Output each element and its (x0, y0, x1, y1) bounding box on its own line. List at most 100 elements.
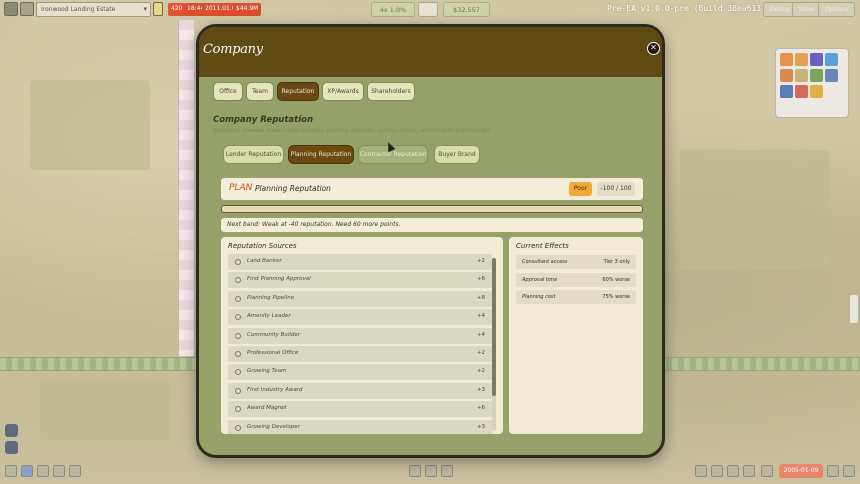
buyer-icon[interactable] (743, 465, 755, 477)
map-marker (850, 295, 858, 323)
tab-office[interactable]: Office (213, 82, 243, 101)
options-button[interactable]: Options (818, 2, 856, 17)
tool-house-icon[interactable] (780, 69, 793, 82)
bullet-icon (235, 424, 241, 431)
sources-list[interactable]: Land Banker +2 First Planning Approval +6 Pl… (228, 254, 492, 434)
subtab-lender-reputation[interactable]: Lender Reputation (223, 145, 284, 164)
tool-build-icon[interactable] (795, 53, 808, 66)
bullet-icon (235, 259, 241, 265)
project-select-value: Ironwood Landing Estate (41, 6, 116, 13)
sources-title: Reputation Sources (228, 242, 297, 250)
effect-value: 75% worse (602, 294, 630, 300)
list-item[interactable]: First Industry Award +3 (228, 382, 492, 399)
stat-cash: $44.9M (233, 3, 262, 16)
bullet-icon (235, 314, 241, 321)
map-icon[interactable] (21, 465, 33, 477)
grass-patch (680, 150, 830, 270)
tool-water-icon[interactable] (825, 53, 838, 66)
save-button[interactable]: Save (792, 2, 821, 17)
calendar-icon[interactable] (827, 465, 839, 477)
coin-icon (153, 2, 163, 16)
balance-button[interactable]: $32,557 (443, 2, 490, 17)
tab-xp-awards[interactable]: XP/Awards (322, 82, 364, 101)
tool-tree-icon[interactable] (810, 69, 823, 82)
subtab-buyer-brand[interactable]: Buyer Brand (434, 145, 480, 164)
effect-name: Consultant access (522, 259, 568, 265)
date-chip: 2005-01-09 (779, 464, 823, 478)
project-select[interactable]: Ironwood Landing Estate ▾ (36, 2, 151, 17)
center-tool-icon[interactable] (409, 465, 421, 477)
tab-shareholders[interactable]: Shareholders (367, 82, 415, 101)
toggle-icon[interactable] (418, 2, 438, 17)
settings-icon[interactable] (843, 465, 855, 477)
camera-icon[interactable] (441, 465, 453, 477)
bullet-icon (235, 277, 241, 284)
source-name: Award Magnet (247, 405, 287, 412)
staff-icon[interactable] (761, 465, 773, 477)
layers-icon[interactable] (425, 465, 437, 477)
list-item[interactable]: Land Banker +2 (228, 254, 492, 270)
close-icon[interactable]: ✕ (647, 42, 660, 55)
effects-list: Consultant access Tier 3 only Approval tim… (516, 255, 636, 308)
person-icon[interactable] (5, 424, 18, 437)
bullet-icon (235, 406, 241, 413)
effect-row: Approval time 60% worse (516, 272, 636, 287)
people-icon[interactable] (5, 441, 18, 454)
source-value: +2 (476, 349, 485, 356)
contractor-icon[interactable] (727, 465, 739, 477)
mail-icon[interactable] (69, 465, 81, 477)
tool-land-icon[interactable] (795, 69, 808, 82)
list-item[interactable]: Community Builder +4 (228, 327, 492, 344)
sources-scrollbar[interactable] (492, 258, 496, 431)
tool-help-icon[interactable] (810, 85, 823, 98)
source-value: +6 (476, 405, 485, 412)
stat-score: 420 (168, 3, 186, 16)
source-value: +2 (476, 258, 485, 264)
list-item[interactable]: Award Magnet +6 (228, 401, 492, 418)
tool-zone-icon[interactable] (810, 53, 823, 66)
construction-site-strip (178, 20, 194, 356)
tab-reputation[interactable]: Reputation (277, 82, 319, 101)
reputation-progress-bar (221, 205, 643, 213)
source-name: Community Builder (247, 331, 301, 338)
chart-icon[interactable] (53, 465, 65, 477)
source-name: Land Banker (247, 258, 282, 264)
effect-name: Planning cost (522, 294, 556, 300)
bullet-icon (235, 332, 241, 339)
scroll-thumb[interactable] (492, 258, 496, 396)
list-item[interactable]: Planning Pipeline +8 (228, 290, 492, 307)
source-name: First Planning Approval (247, 276, 311, 283)
list-item[interactable]: Growing Developer +3 (228, 419, 492, 434)
list-item[interactable]: Amenity Leader +4 (228, 309, 492, 326)
tab-team[interactable]: Team (246, 82, 274, 101)
version-label: Pre-EA v1.0.0-pre (Build 38ea613-01) (607, 4, 781, 13)
source-value: +6 (476, 276, 485, 283)
effect-name: Approval time (522, 276, 558, 283)
source-value: +3 (476, 423, 485, 430)
list-item[interactable]: Growing Team +2 (228, 364, 492, 381)
source-name: Growing Team (247, 368, 287, 375)
menu-icon[interactable] (4, 2, 18, 16)
source-value: +8 (476, 294, 485, 301)
reputation-card: PLAN Planning Reputation Poor -100 / 100 (221, 178, 643, 200)
source-value: +3 (476, 386, 485, 393)
truck-icon[interactable] (37, 465, 49, 477)
modal-header: Company ✕ (199, 27, 662, 77)
tool-grid-icon[interactable] (825, 69, 838, 82)
bullet-icon (235, 369, 241, 376)
home-icon[interactable] (5, 465, 17, 477)
tool-road-icon[interactable] (780, 53, 793, 66)
speed-button[interactable]: 4x 1.0% (371, 2, 415, 17)
tool-info-icon[interactable] (780, 85, 793, 98)
tool-demolish-icon[interactable] (795, 85, 808, 98)
list-item[interactable]: First Planning Approval +6 (228, 272, 492, 289)
crew-icon[interactable] (711, 465, 723, 477)
tool-palette (775, 48, 849, 118)
subtab-planning-reputation[interactable]: Planning Reputation (288, 145, 354, 164)
bullet-icon (235, 350, 241, 357)
worker-icon[interactable] (695, 465, 707, 477)
grid-icon[interactable] (20, 2, 34, 16)
bullet-icon (235, 295, 241, 302)
list-item[interactable]: Professional Office +2 (228, 345, 492, 362)
source-value: +4 (476, 313, 485, 320)
